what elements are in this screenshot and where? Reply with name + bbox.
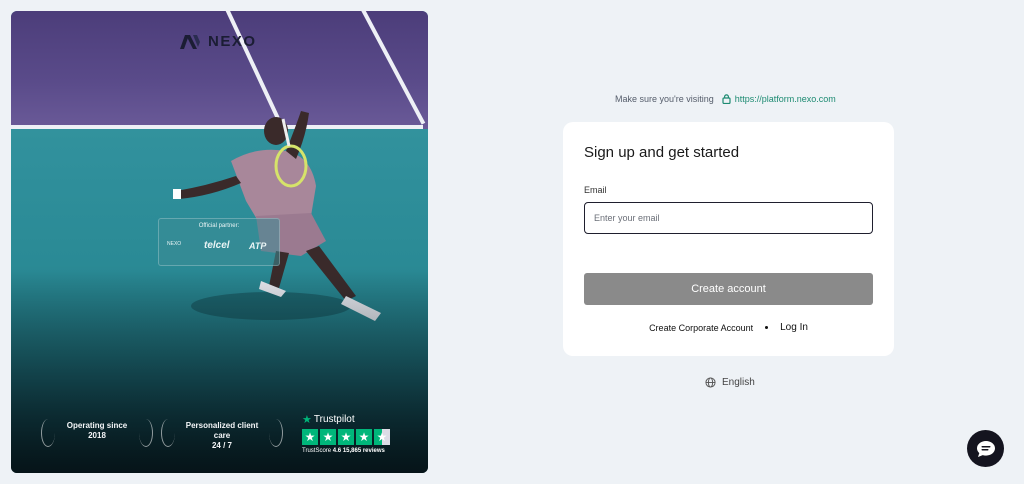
partner-nexo-logo: NEXO — [167, 241, 182, 247]
separator-dot — [765, 326, 769, 329]
nexo-logo: NEXO — [179, 33, 257, 50]
lock-icon — [722, 94, 731, 104]
trustpilot-star-icon: ★ — [302, 414, 312, 426]
trustscore-value: 4.6 — [332, 448, 342, 454]
trustpilot-rating-stars: ★ ★ ★ ★ ★ — [302, 429, 390, 445]
review-count: 15,865 reviews — [342, 448, 385, 454]
client-care-badge: Personalized client care 24 / 7 — [161, 419, 283, 451]
secondary-links: Create Corporate Account Log In — [563, 322, 894, 333]
laurel-icon — [269, 419, 283, 447]
brand-name: NEXO — [208, 33, 257, 50]
laurel-icon — [139, 419, 153, 447]
url-verification-notice: Make sure you're visiting https://platfo… — [615, 94, 836, 104]
language-selector[interactable]: English — [705, 377, 755, 388]
official-partner-card: Official partner: NEXO telcel ATP — [158, 218, 280, 266]
badge-title: Operating since — [66, 421, 128, 430]
badge-title: Personalized client care — [185, 421, 259, 440]
rating-star-icon: ★ — [302, 429, 318, 445]
secure-url-text: https://platform.nexo.com — [734, 94, 836, 104]
chat-icon — [976, 440, 995, 457]
email-field[interactable] — [584, 202, 873, 234]
language-label: English — [722, 377, 755, 388]
hero-panel: NEXO Official partner: NEXO telcel ATP O… — [11, 11, 428, 473]
nexo-logo-icon — [180, 34, 200, 49]
badge-value: 2018 — [88, 431, 106, 440]
trustpilot-widget[interactable]: ★ Trustpilot ★ ★ ★ ★ ★ TrustScore 4.6 15… — [302, 413, 390, 454]
create-corporate-account-link[interactable]: Create Corporate Account — [649, 323, 753, 333]
operating-since-badge: Operating since 2018 — [41, 419, 153, 447]
trustpilot-name: Trustpilot — [313, 414, 355, 425]
rating-star-icon: ★ — [320, 429, 336, 445]
create-account-button[interactable]: Create account — [584, 273, 873, 305]
signup-title: Sign up and get started — [584, 144, 740, 161]
chat-button[interactable] — [967, 430, 1004, 467]
secure-url: https://platform.nexo.com — [722, 94, 836, 104]
login-link[interactable]: Log In — [780, 322, 808, 333]
visit-prompt: Make sure you're visiting — [615, 94, 714, 104]
trustscore-line: TrustScore 4.6 15,865 reviews — [302, 448, 390, 454]
email-label: Email — [584, 185, 607, 195]
laurel-icon — [161, 419, 175, 447]
laurel-icon — [41, 419, 55, 447]
signup-card: Sign up and get started Email Create acc… — [563, 122, 894, 356]
rating-star-icon: ★ — [338, 429, 354, 445]
rating-star-icon: ★ — [356, 429, 372, 445]
partner-atp-logo: ATP — [249, 241, 267, 251]
rating-half-star-icon: ★ — [374, 429, 390, 445]
globe-icon — [705, 377, 716, 388]
trustscore-label: TrustScore — [302, 448, 332, 454]
partner-label: Official partner: — [198, 223, 240, 229]
partner-telcel-logo: telcel — [204, 240, 230, 251]
badge-value: 24 / 7 — [211, 441, 232, 450]
